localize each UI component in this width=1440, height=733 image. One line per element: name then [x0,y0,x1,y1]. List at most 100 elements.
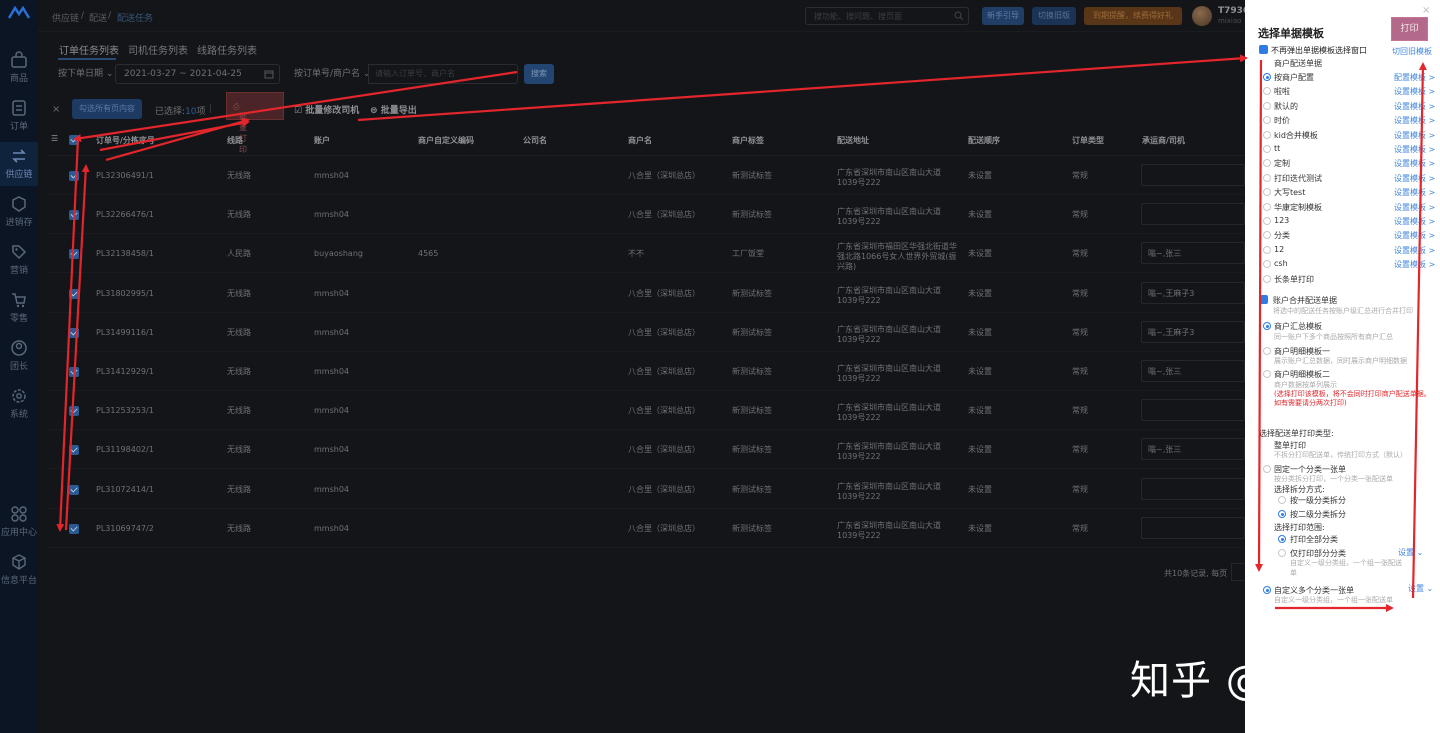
sidebar-item-retail[interactable]: 零售 [0,286,38,330]
custom-multi-radio[interactable] [1263,586,1271,594]
print-all-radio[interactable] [1278,535,1286,543]
search-button[interactable]: 搜索 [524,64,554,84]
template-setting-link[interactable]: 设置模板 > [1394,115,1435,126]
carrier-select[interactable] [1141,164,1245,186]
account-template-radio[interactable] [1263,322,1271,330]
print-button[interactable]: 打印 [1391,17,1428,41]
select-all-pages-button[interactable]: 勾选所有页内容 [72,99,142,119]
merchant-template-radio[interactable] [1263,202,1271,211]
table-row[interactable]: PL31802995/1 无线路 mmsh04 八合里（深圳总店） 新测试标签 广东省深圳… [48,274,1245,313]
account-template-radio[interactable] [1263,370,1271,378]
renewal-reminder-button[interactable]: 到期提醒，续费得好礼 [1084,7,1182,25]
breadcrumb-item[interactable]: 配送 [89,11,107,24]
partial-setting-link[interactable]: 设置 ⌄ [1398,547,1423,558]
breadcrumb-item[interactable]: 供应链 [52,11,79,24]
global-search-input[interactable]: 搜功能、搜问题、搜页面 [805,7,969,25]
template-setting-link[interactable]: 设置模板 > [1394,187,1435,198]
avatar[interactable] [1192,6,1212,26]
template-setting-link[interactable]: 设置模板 > [1394,173,1435,184]
merchant-template-radio[interactable] [1263,231,1271,240]
sidebar-item-goods[interactable]: 商品 [0,46,38,90]
batch-export-button[interactable]: ⊜ 批量导出 [370,103,417,116]
merchant-template-radio[interactable] [1263,188,1271,197]
carrier-select[interactable] [1141,399,1245,422]
sidebar-item-system[interactable]: 系统 [0,382,38,426]
table-row[interactable]: PL31069747/2 无线路 mmsh04 八合里（深圳总店） 新测试标签 广东省深圳… [48,509,1245,548]
batch-print-button[interactable]: ⎙ 批量打印 [226,92,284,154]
merchant-template-radio[interactable] [1263,260,1271,269]
order-type-select[interactable]: 按订单号/商户名 ⌄ [294,64,370,84]
tab-order-tasks[interactable]: 订单任务列表 [59,42,119,57]
switch-old-template-link[interactable]: 切回旧模板 [1392,46,1432,57]
carrier-select[interactable] [1141,203,1245,226]
merchant-template-radio[interactable] [1263,130,1271,139]
table-row[interactable]: PL31198402/1 无线路 mmsh04 八合里（深圳总店） 新测试标签 广东省深圳… [48,430,1245,470]
template-setting-link[interactable]: 设置模板 > [1394,245,1435,256]
template-setting-link[interactable]: 设置模板 > [1394,216,1435,227]
no-popup-checkbox[interactable] [1259,45,1268,54]
row-checkbox[interactable] [69,367,79,377]
merchant-template-radio[interactable] [1263,274,1271,283]
split-level1-radio[interactable] [1278,496,1286,504]
template-setting-link[interactable]: 设置模板 > [1394,202,1435,213]
fixed-one-radio[interactable] [1263,465,1271,473]
row-checkbox[interactable] [69,171,79,181]
account-template-radio[interactable] [1263,347,1271,355]
order-search-input[interactable]: 请输入订单号、商户名 [368,64,518,84]
table-row[interactable]: PL31072414/1 无线路 mmsh04 八合里（深圳总店） 新测试标签 广东省深圳… [48,470,1245,509]
template-setting-link[interactable]: 配置模板 > [1394,72,1435,83]
merchant-template-radio[interactable] [1263,217,1271,225]
row-checkbox[interactable] [69,523,79,534]
merchant-template-radio[interactable] [1263,116,1271,125]
date-type-select[interactable]: 按下单日期 ⌄ [58,64,113,84]
merchant-template-radio[interactable] [1263,101,1271,110]
table-row[interactable]: PL32306491/1 无线路 mmsh04 八合里（深圳总店） 新测试标签 广东省深圳… [48,156,1245,195]
split-level2-radio[interactable] [1278,510,1286,518]
batch-modify-driver-button[interactable]: ☑ 批量修改司机 [294,103,359,116]
table-row[interactable]: PL32266476/1 无线路 mmsh04 八合里（深圳总店） 新测试标签 广东省深圳… [48,195,1245,235]
merchant-template-radio[interactable] [1263,245,1271,254]
sidebar-item-supply-chain[interactable]: 供应链 [0,142,38,186]
merchant-template-radio[interactable] [1263,173,1271,182]
template-setting-link[interactable]: 设置模板 > [1394,259,1435,270]
tab-driver-tasks[interactable]: 司机任务列表 [128,42,188,57]
table-row[interactable]: PL32138458/1 人民路 buyaoshang 4565 不不 工厂饭堂 广东省深圳… [48,234,1245,274]
merchant-template-radio[interactable] [1263,87,1271,96]
carrier-select[interactable] [1141,516,1245,539]
guide-button[interactable]: 新手引导 [982,7,1024,25]
sidebar-item-app-center[interactable]: 应用中心 [0,500,38,544]
switch-old-version-button[interactable]: 切换旧版 [1032,7,1076,25]
row-checkbox[interactable] [69,288,79,299]
carrier-select[interactable] [1141,477,1245,500]
table-row[interactable]: PL31412929/1 无线路 mmsh04 八合里（深圳总店） 新测试标签 广东省深圳… [48,352,1245,391]
template-setting-link[interactable]: 设置模板 > [1394,158,1435,169]
template-setting-link[interactable]: 设置模板 > [1394,144,1435,155]
table-row[interactable]: PL31499116/1 无线路 mmsh04 八合里（深圳总店） 新测试标签 广东省深圳… [48,313,1245,352]
row-checkbox[interactable] [69,210,79,221]
custom-setting-link[interactable]: 设置 ⌄ [1408,583,1433,594]
template-setting-link[interactable]: 设置模板 > [1394,86,1435,97]
row-checkbox[interactable] [69,327,79,338]
tab-route-tasks[interactable]: 线路任务列表 [197,42,257,57]
date-range-picker[interactable]: 2021-03-27 ~ 2021-04-25 [115,64,280,84]
row-checkbox[interactable] [69,249,79,260]
sidebar-item-inventory[interactable]: 进销存 [0,190,38,234]
print-partial-radio[interactable] [1278,549,1286,557]
column-settings-icon[interactable]: ☰ [51,134,58,143]
account-merge-checkbox[interactable] [1259,295,1268,304]
row-checkbox[interactable] [69,406,79,417]
merchant-template-radio[interactable] [1263,73,1271,81]
close-icon[interactable]: × [1422,5,1430,16]
template-setting-link[interactable]: 设置模板 > [1394,130,1435,141]
close-icon[interactable]: × [52,104,60,115]
merchant-template-radio[interactable] [1263,159,1271,168]
sidebar-item-marketing[interactable]: 营销 [0,238,38,282]
template-setting-link[interactable]: 设置模板 > [1394,230,1435,241]
select-all-checkbox[interactable] [69,135,79,145]
row-checkbox[interactable] [69,445,79,456]
sidebar-item-leader[interactable]: 团长 [0,334,38,378]
sidebar-item-orders[interactable]: 订单 [0,94,38,138]
row-checkbox[interactable] [69,484,79,495]
template-setting-link[interactable]: 设置模板 > [1394,101,1435,112]
table-row[interactable]: PL31253253/1 无线路 mmsh04 八合里（深圳总店） 新测试标签 广东省深圳… [48,391,1245,431]
